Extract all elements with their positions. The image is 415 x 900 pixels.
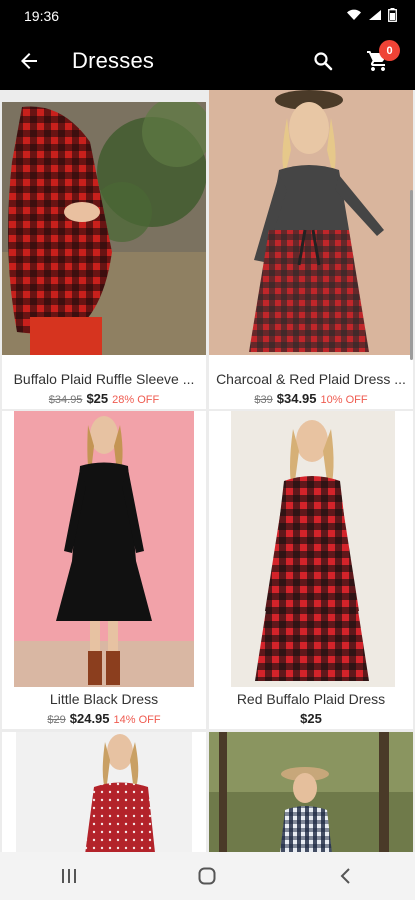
home-button[interactable] — [177, 856, 237, 896]
status-icons — [346, 7, 397, 25]
battery-icon — [388, 7, 397, 25]
sale-price: $25 — [86, 391, 109, 406]
product-card[interactable] — [2, 732, 206, 852]
cart-button[interactable]: 0 — [353, 37, 403, 85]
sale-price: $24.95 — [69, 711, 110, 726]
home-icon — [198, 867, 216, 885]
price-row: $29 $24.95 14% OFF — [2, 711, 206, 726]
product-image — [2, 411, 206, 687]
recent-apps-button[interactable] — [39, 856, 99, 896]
wifi-icon — [346, 8, 362, 24]
back-icon — [340, 868, 350, 884]
system-nav-bar — [0, 852, 415, 900]
sale-price: $34.95 — [276, 391, 317, 406]
sale-price: $25 — [300, 711, 322, 726]
recent-apps-icon — [62, 869, 77, 883]
discount-label: 14% OFF — [113, 714, 161, 726]
system-back-button[interactable] — [316, 856, 376, 896]
product-card[interactable]: Red Buffalo Plaid Dress $25 — [209, 411, 413, 729]
arrow-left-icon — [21, 53, 37, 69]
cart-count-badge: 0 — [379, 40, 400, 61]
product-image — [2, 102, 206, 355]
original-price: $39 — [254, 394, 273, 406]
product-name: Charcoal & Red Plaid Dress ... — [216, 371, 406, 387]
price-row: $34.95 $25 28% OFF — [2, 391, 206, 406]
app-screen: 19:36 Dresses 0 Buffalo Plaid Ruffle Sle… — [0, 0, 415, 900]
product-card[interactable]: Buffalo Plaid Ruffle Sleeve ... $34.95 $2… — [2, 102, 206, 409]
page-title: Dresses — [72, 48, 155, 73]
product-card[interactable]: Charcoal & Red Plaid Dress ... $39 $34.95… — [209, 90, 413, 409]
discount-label: 28% OFF — [112, 394, 160, 406]
search-icon — [314, 52, 333, 71]
discount-label: 10% OFF — [320, 394, 368, 406]
price-row: $39 $34.95 10% OFF — [209, 391, 413, 406]
original-price: $34.95 — [48, 394, 83, 406]
app-bar: Dresses 0 — [0, 32, 415, 90]
product-grid: Buffalo Plaid Ruffle Sleeve ... $34.95 $2… — [0, 90, 415, 852]
scrollbar[interactable] — [410, 190, 413, 360]
product-name: Little Black Dress — [49, 691, 159, 707]
product-name: Red Buffalo Plaid Dress — [236, 691, 386, 707]
status-time: 19:36 — [24, 8, 60, 24]
product-image — [209, 732, 413, 852]
product-image — [2, 732, 206, 852]
back-button[interactable] — [0, 32, 58, 90]
original-price: $29 — [47, 714, 66, 726]
status-bar: 19:36 — [0, 0, 415, 32]
product-card[interactable] — [209, 732, 413, 852]
signal-icon — [368, 8, 382, 24]
product-image — [209, 411, 413, 687]
price-row: $25 — [209, 711, 413, 726]
search-button[interactable] — [299, 37, 347, 85]
product-name: Buffalo Plaid Ruffle Sleeve ... — [13, 371, 195, 387]
product-card[interactable]: Little Black Dress $29 $24.95 14% OFF — [2, 411, 206, 729]
product-image — [209, 90, 413, 355]
